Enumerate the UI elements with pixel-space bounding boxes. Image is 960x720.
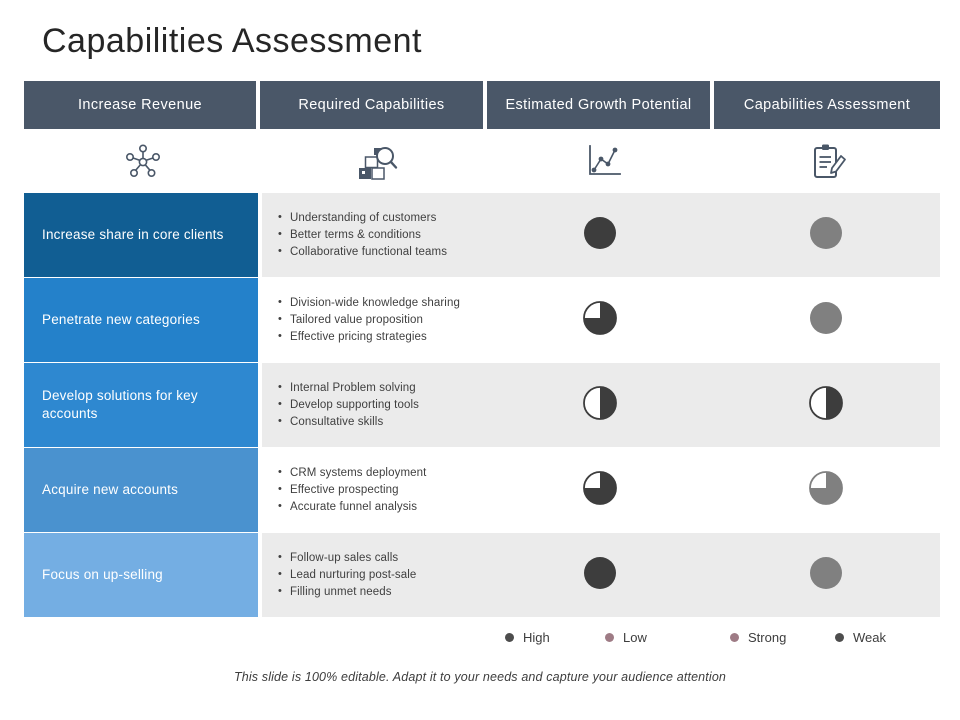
growth-potential-cell	[487, 193, 712, 277]
list-item: Effective pricing strategies	[278, 328, 460, 345]
growth-potential-cell	[487, 448, 712, 532]
capabilities-list: Understanding of customers Better terms …	[276, 209, 447, 261]
growth-potential-cell	[487, 278, 712, 362]
list-item: Filling unmet needs	[278, 583, 416, 600]
capabilities-cell: Follow-up sales calls Lead nurturing pos…	[262, 533, 487, 617]
page-title: Capabilities Assessment	[42, 22, 423, 60]
legend-item-strong: Strong	[730, 630, 786, 645]
network-nodes-icon	[24, 133, 262, 191]
legend-item-high: High	[505, 630, 550, 645]
capabilities-cell: Understanding of customers Better terms …	[262, 193, 487, 277]
objective-label: Penetrate new categories	[42, 311, 200, 327]
list-item: Division-wide knowledge sharing	[278, 294, 460, 311]
list-item: Collaborative functional teams	[278, 243, 447, 260]
column-header-estimated-growth-potential[interactable]: Estimated Growth Potential	[486, 81, 711, 129]
table-row: Focus on up-selling Follow-up sales call…	[24, 533, 940, 617]
legend-dot	[730, 633, 739, 642]
objective-label: Focus on up-selling	[42, 566, 163, 582]
capabilities-list: Division-wide knowledge sharing Tailored…	[276, 294, 460, 346]
list-item: Tailored value proposition	[278, 311, 460, 328]
legend-item-weak: Weak	[835, 630, 886, 645]
legend-label: Low	[623, 630, 647, 645]
harvey-ball-assessment	[808, 385, 844, 426]
table-header-row: Increase Revenue Required Capabilities E…	[24, 81, 941, 129]
capabilities-cell: Internal Problem solving Develop support…	[262, 363, 487, 447]
list-item: Understanding of customers	[278, 209, 447, 226]
line-chart-icon	[491, 133, 716, 191]
harvey-ball-assessment	[808, 555, 844, 596]
harvey-ball-growth	[582, 385, 618, 426]
list-item: Accurate funnel analysis	[278, 498, 426, 515]
footer-note: This slide is 100% editable. Adapt it to…	[233, 670, 727, 684]
column-header-increase-revenue[interactable]: Increase Revenue	[24, 81, 256, 129]
list-item: Internal Problem solving	[278, 379, 419, 396]
column-header-capabilities-assessment[interactable]: Capabilities Assessment	[714, 81, 941, 129]
list-item: Develop supporting tools	[278, 396, 419, 413]
capabilities-cell: Division-wide knowledge sharing Tailored…	[262, 278, 487, 362]
capabilities-cell: CRM systems deployment Effective prospec…	[262, 448, 487, 532]
harvey-ball-growth	[582, 555, 618, 596]
harvey-ball-growth	[582, 470, 618, 511]
table-row: Increase share in core clients Understan…	[24, 193, 940, 277]
capabilities-assessment-cell	[712, 363, 940, 447]
growth-potential-cell	[487, 363, 712, 447]
objective-cell[interactable]: Develop solutions for key accounts	[24, 363, 258, 447]
legend-label: High	[523, 630, 550, 645]
legend-item-low: Low	[605, 630, 647, 645]
harvey-ball-assessment	[808, 215, 844, 256]
column-icon-row	[24, 133, 940, 191]
harvey-ball-growth	[582, 300, 618, 341]
legend: High Low Strong Weak	[495, 628, 915, 652]
capabilities-assessment-cell	[712, 533, 940, 617]
list-item: Better terms & conditions	[278, 226, 447, 243]
objective-cell[interactable]: Increase share in core clients	[24, 193, 258, 277]
harvey-ball-growth	[582, 215, 618, 256]
legend-label: Strong	[748, 630, 787, 645]
table-row: Acquire new accounts CRM systems deploym…	[24, 448, 940, 532]
table-row: Penetrate new categories Division-wide k…	[24, 278, 940, 362]
capabilities-assessment-cell	[712, 278, 940, 362]
legend-dot	[605, 633, 614, 642]
clipboard-pencil-icon	[716, 133, 940, 191]
capabilities-list: Follow-up sales calls Lead nurturing pos…	[276, 549, 416, 601]
capabilities-list: CRM systems deployment Effective prospec…	[276, 464, 426, 516]
list-item: Consultative skills	[278, 413, 419, 430]
table-row: Develop solutions for key accounts Inter…	[24, 363, 940, 447]
column-header-required-capabilities[interactable]: Required Capabilities	[259, 81, 483, 129]
legend-dot	[505, 633, 514, 642]
objective-cell[interactable]: Acquire new accounts	[24, 448, 258, 532]
objective-label: Develop solutions for key accounts	[42, 387, 198, 421]
objective-label: Increase share in core clients	[42, 226, 224, 242]
capabilities-assessment-cell	[712, 448, 940, 532]
capabilities-assessment-cell	[712, 193, 940, 277]
harvey-ball-assessment	[808, 470, 844, 511]
harvey-ball-assessment	[808, 300, 844, 341]
list-item: Lead nurturing post-sale	[278, 566, 416, 583]
objective-cell[interactable]: Focus on up-selling	[24, 533, 258, 617]
legend-dot	[835, 633, 844, 642]
legend-label: Weak	[853, 630, 886, 645]
growth-potential-cell	[487, 533, 712, 617]
list-item: Effective prospecting	[278, 481, 426, 498]
capabilities-matrix: Increase share in core clients Understan…	[24, 193, 940, 618]
objective-cell[interactable]: Penetrate new categories	[24, 278, 258, 362]
boxes-magnifier-icon	[262, 133, 491, 191]
list-item: CRM systems deployment	[278, 464, 426, 481]
list-item: Follow-up sales calls	[278, 549, 416, 566]
slide-canvas: Capabilities Assessment Increase Revenue…	[0, 0, 960, 720]
capabilities-list: Internal Problem solving Develop support…	[276, 379, 419, 431]
objective-label: Acquire new accounts	[42, 481, 179, 497]
